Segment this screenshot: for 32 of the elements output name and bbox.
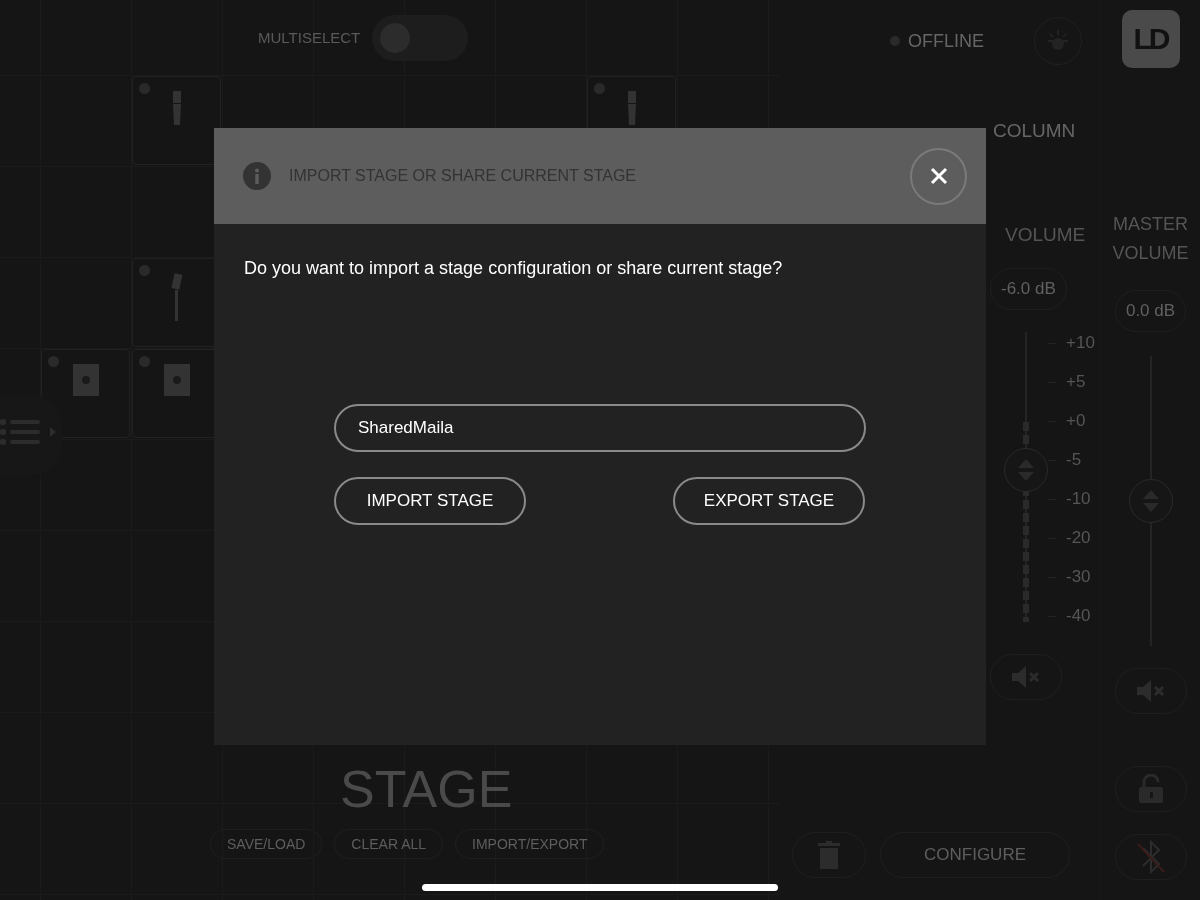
mute-icon bbox=[1134, 679, 1167, 703]
logo: LD bbox=[1121, 10, 1180, 68]
dialog-message: Do you want to import a stage configuration or share current stage? bbox=[244, 258, 784, 279]
scale-label: -10 bbox=[1066, 489, 1091, 509]
speaker-icon bbox=[172, 91, 181, 125]
close-button[interactable] bbox=[910, 147, 967, 205]
scale-label: -5 bbox=[1066, 450, 1082, 470]
bluetooth-off-icon bbox=[1134, 838, 1167, 876]
section-title: COLUMN bbox=[993, 120, 1077, 142]
master-volume-label: MASTER VOLUME bbox=[1111, 213, 1190, 265]
scale-label: +10 bbox=[1066, 333, 1095, 353]
speaker-icon bbox=[72, 364, 99, 396]
speaker-icon bbox=[163, 364, 190, 396]
multiselect-label: MULTISELECT bbox=[258, 29, 361, 46]
mute-icon bbox=[1010, 665, 1042, 689]
scale-label: +0 bbox=[1066, 411, 1086, 431]
scale-label: +5 bbox=[1066, 372, 1086, 392]
multiselect-toggle[interactable] bbox=[372, 14, 469, 61]
speaker-card[interactable] bbox=[132, 76, 221, 165]
name-field[interactable]: SharedMaila bbox=[334, 404, 866, 452]
speaker-icon bbox=[627, 91, 636, 125]
info-icon bbox=[243, 162, 271, 190]
dialog-button[interactable]: EXPORT STAGE bbox=[673, 477, 865, 525]
status-label: OFFLINE bbox=[908, 30, 984, 52]
scale-label: -40 bbox=[1066, 606, 1091, 626]
scale-label: -20 bbox=[1066, 528, 1091, 548]
speaker-card[interactable] bbox=[41, 349, 130, 438]
scale-label: -30 bbox=[1066, 567, 1091, 587]
dialog-button[interactable]: IMPORT STAGE bbox=[334, 477, 526, 525]
close-icon bbox=[929, 167, 948, 185]
volume-label: VOLUME bbox=[1005, 224, 1086, 246]
speaker-icon bbox=[170, 273, 183, 321]
